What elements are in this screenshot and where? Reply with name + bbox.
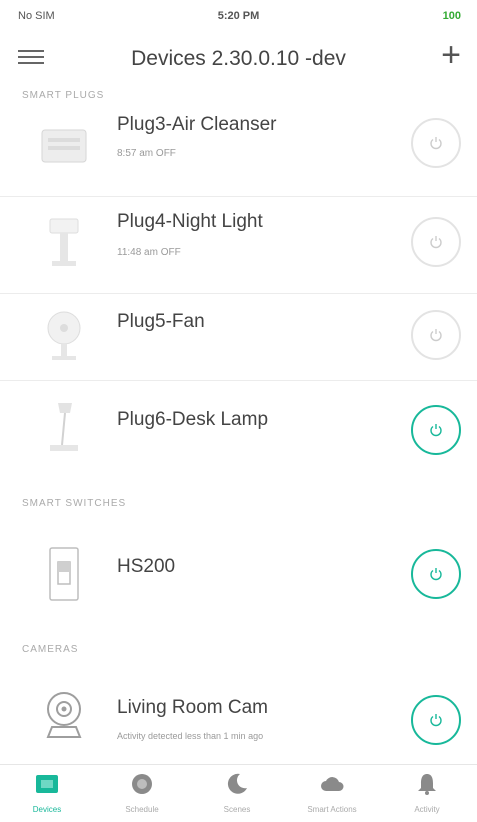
section-header-smart-plugs: SMART PLUGS	[22, 90, 105, 101]
air-cleanser-device-icon	[41, 129, 87, 163]
device-status: 11:48 am OFF	[117, 247, 181, 258]
section-header-cameras: CAMERAS	[22, 644, 79, 655]
power-toggle-button[interactable]	[411, 118, 461, 168]
device-status: Activity detected less than 1 min ago	[117, 731, 264, 741]
power-toggle-button[interactable]	[411, 217, 461, 267]
bottom-tab-bar: Devices Schedule Scenes Smart Actions Ac…	[0, 764, 477, 822]
scenes-icon	[227, 773, 247, 794]
power-toggle-button[interactable]	[411, 695, 461, 745]
status-bar: No SIM 5:20 PM 100	[0, 0, 477, 34]
device-name: Plug4-Night Light	[117, 211, 263, 232]
fan-device-icon	[47, 311, 81, 360]
device-status: 8:57 am OFF	[117, 148, 176, 159]
device-name: Plug6-Desk Lamp	[117, 409, 269, 430]
tab-scenes[interactable]: Scenes	[202, 771, 272, 814]
device-row-living-room-cam[interactable]: Living Room Cam Activity detected less t…	[0, 665, 477, 765]
power-icon	[430, 424, 442, 437]
tab-label: Smart Actions	[307, 805, 357, 814]
night-light-device-icon	[49, 218, 79, 266]
power-toggle-button[interactable]	[411, 549, 461, 599]
device-row-hs200[interactable]: HS200	[0, 520, 477, 628]
device-row-plug5[interactable]: Plug5-Fan	[0, 294, 477, 380]
schedule-icon	[132, 774, 152, 794]
device-name: Living Room Cam	[117, 697, 268, 718]
page-title: Devices 2.30.0.10 -dev	[131, 47, 346, 70]
add-device-button[interactable]: +	[441, 38, 461, 72]
tab-label: Scenes	[223, 805, 251, 814]
tab-devices[interactable]: Devices	[12, 771, 82, 814]
tab-schedule[interactable]: Schedule	[107, 771, 177, 814]
device-name: HS200	[117, 556, 176, 577]
camera-device-icon	[46, 692, 82, 738]
tab-label: Schedule	[125, 805, 159, 814]
power-icon	[430, 714, 442, 727]
cloud-icon	[321, 777, 344, 791]
tab-smart-actions[interactable]: Smart Actions	[297, 771, 367, 814]
device-row-plug3[interactable]: Plug3-Air Cleanser 8:57 am OFF	[0, 104, 477, 196]
device-row-plug6[interactable]: Plug6-Desk Lamp	[0, 381, 477, 479]
devices-icon	[36, 775, 58, 793]
power-icon	[430, 329, 442, 342]
power-icon	[430, 568, 442, 581]
light-switch-device-icon	[49, 547, 79, 601]
device-name: Plug3-Air Cleanser	[117, 114, 277, 135]
power-icon	[430, 236, 442, 249]
clock-label: 5:20 PM	[217, 10, 260, 22]
device-name: Plug5-Fan	[117, 311, 205, 332]
power-toggle-button[interactable]	[411, 405, 461, 455]
power-icon	[430, 137, 442, 150]
power-toggle-button[interactable]	[411, 310, 461, 360]
desk-lamp-device-icon	[50, 403, 78, 451]
app-header: Devices 2.30.0.10 -dev +	[0, 34, 477, 84]
battery-label: 100	[442, 10, 461, 22]
tab-label: Activity	[414, 805, 440, 814]
section-header-smart-switches: SMART SWITCHES	[22, 498, 127, 509]
device-row-plug4[interactable]: Plug4-Night Light 11:48 am OFF	[0, 197, 477, 293]
tab-activity[interactable]: Activity	[392, 771, 462, 814]
bell-icon	[418, 774, 436, 795]
tab-label: Devices	[32, 805, 62, 814]
